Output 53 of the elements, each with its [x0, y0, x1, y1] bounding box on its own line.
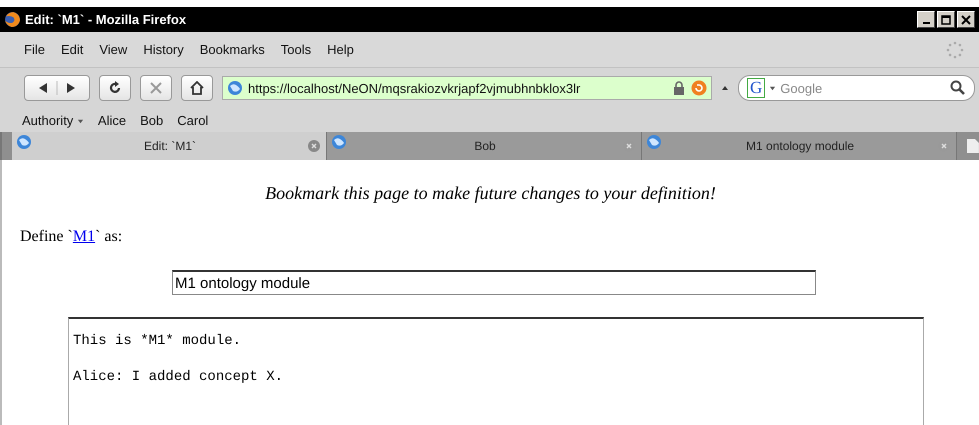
globe-icon	[227, 80, 243, 96]
minimize-icon	[922, 22, 930, 24]
menu-item[interactable]: Help	[319, 42, 362, 57]
bookmark-folder[interactable]: Authority	[22, 112, 84, 128]
search-field[interactable]: G Google	[738, 75, 975, 101]
reload-icon	[108, 81, 122, 95]
stop-icon	[149, 81, 163, 95]
window-title: Edit: `M1` - Mozilla Firefox	[25, 12, 186, 27]
notice-text: Bookmark this page to make future changes to your definition!	[264, 182, 717, 204]
menu-item[interactable]: Bookmarks	[192, 42, 273, 57]
address-field[interactable]: https://localhost/NeON/mqsrakiozvkrjapf2vjmubhnbklox3lr	[222, 76, 712, 100]
lock-icon	[672, 81, 686, 95]
minimize-button[interactable]	[917, 11, 935, 28]
globe-icon	[646, 134, 662, 150]
firefox-logo-icon	[4, 11, 21, 28]
reload-button[interactable]	[99, 75, 131, 101]
close-tab-icon[interactable]	[308, 140, 320, 152]
globe-icon	[16, 134, 32, 150]
close-button[interactable]	[957, 11, 975, 28]
search-icon[interactable]	[950, 80, 966, 96]
text-line: Alice: I added concept X.	[72, 369, 284, 385]
close-icon	[960, 14, 972, 26]
menu-item[interactable]: View	[91, 42, 136, 57]
browser-tab[interactable]: Edit: `M1`	[12, 132, 328, 160]
define-label: ` as:	[95, 228, 122, 245]
home-icon	[190, 81, 204, 95]
caret-icon	[76, 118, 84, 124]
title-field[interactable]: M1 ontology module	[172, 270, 816, 295]
browser-tab[interactable]: Bob	[327, 132, 642, 160]
text-line: This is *M1* module.	[72, 333, 242, 349]
term-link[interactable]: M1	[72, 228, 96, 245]
stop-button[interactable]	[140, 75, 172, 101]
browser-tab[interactable]: M1 ontology module	[642, 132, 958, 160]
home-button[interactable]	[181, 75, 213, 101]
body-textarea[interactable]: This is *M1* module. Alice: I added concept X.	[68, 317, 924, 425]
maximize-button[interactable]	[937, 11, 955, 28]
menu-item[interactable]: Edit	[52, 42, 92, 57]
bookmark-link[interactable]: Bob	[140, 112, 164, 128]
new-tab-icon[interactable]	[967, 139, 979, 153]
maximize-icon	[940, 14, 952, 26]
caret-icon[interactable]	[769, 84, 776, 92]
back-forward-button[interactable]	[24, 75, 90, 101]
globe-icon	[331, 134, 348, 150]
search-engine-logo[interactable]: G	[747, 78, 766, 98]
define-label: Define `	[20, 228, 73, 245]
menu-item[interactable]: Tools	[272, 42, 320, 57]
refresh-circle-icon[interactable]	[691, 80, 707, 96]
bookmark-link[interactable]: Carol	[177, 112, 208, 128]
throbber-icon	[945, 40, 965, 60]
caret-icon[interactable]	[721, 84, 729, 92]
menu-item[interactable]: File	[16, 42, 53, 57]
bookmark-link[interactable]: Alice	[98, 112, 126, 128]
menu-item[interactable]: History	[135, 42, 192, 57]
